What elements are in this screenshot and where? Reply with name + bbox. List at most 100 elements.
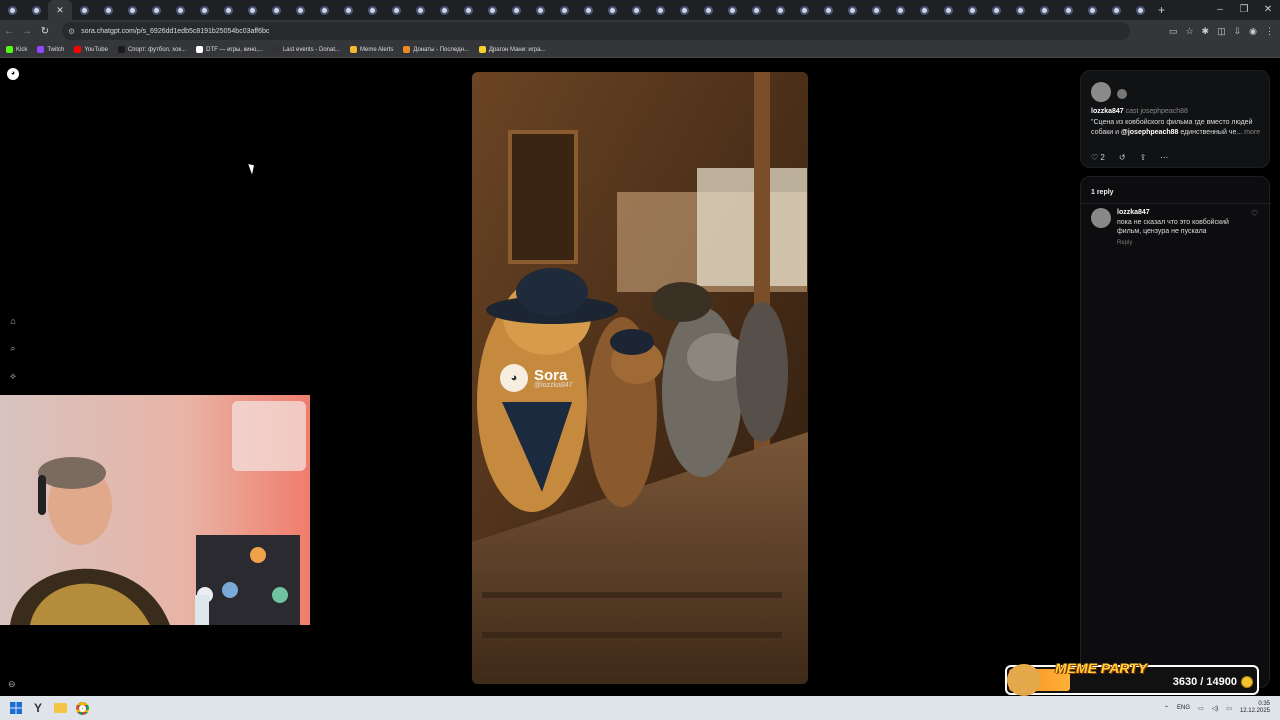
browser-tab[interactable] [120,0,144,20]
browser-tab[interactable] [1080,0,1104,20]
help-icon[interactable]: ⊖ [8,679,16,690]
browser-tab[interactable] [216,0,240,20]
browser-tab-active[interactable]: ✕ [48,0,72,20]
file-explorer-icon[interactable] [49,697,71,719]
browser-tab[interactable] [312,0,336,20]
close-icon[interactable]: ✕ [56,5,64,16]
address-bar[interactable]: ⚙ sora.chatgpt.com/p/s_6926dd1edb5c8191b… [62,22,1130,40]
home-icon[interactable]: ⌂ [7,315,19,327]
bookmark-item[interactable]: Спорт: футбол, хок... [117,46,186,53]
browser-tab[interactable] [192,0,216,20]
browser-tab[interactable] [960,0,984,20]
browser-tab[interactable] [672,0,696,20]
bookmark-item[interactable]: Драгон Мани: игра... [478,46,546,53]
browser-tab[interactable] [888,0,912,20]
search-icon[interactable]: ⌕ [7,342,19,354]
browser-tab[interactable] [360,0,384,20]
browser-tab[interactable] [1032,0,1056,20]
browser-tab[interactable] [600,0,624,20]
new-tab-icon[interactable]: + [1158,3,1165,17]
reply-author[interactable]: lozzka847 [1117,209,1150,216]
bookmark-item[interactable]: Meme Alerts [350,46,393,53]
cast-avatar[interactable] [1117,89,1127,99]
sidepanel-icon[interactable]: ◫ [1217,26,1226,37]
browser-tab[interactable] [264,0,288,20]
browser-tab[interactable] [432,0,456,20]
bookmark-item[interactable]: Донаты - Последн... [403,46,469,53]
browser-tab[interactable] [1008,0,1032,20]
author-name[interactable]: lozzka847 [1091,108,1124,115]
browser-tab[interactable] [528,0,552,20]
browser-tab[interactable] [912,0,936,20]
browser-tab[interactable] [336,0,360,20]
battery-icon[interactable]: ▭ [1226,705,1232,712]
browser-tab[interactable] [648,0,672,20]
forward-icon[interactable]: → [18,26,36,37]
share-icon[interactable]: ⇪ [1140,153,1147,162]
bookmark-item[interactable]: Last events - Donat... [272,46,340,53]
browser-tab[interactable] [816,0,840,20]
browser-tab[interactable] [768,0,792,20]
clock[interactable]: 0:35 12.12.2025 [1240,701,1270,715]
heart-icon[interactable]: ♡ [1251,209,1258,218]
maximize-icon[interactable]: ❐ [1232,0,1256,20]
start-icon[interactable] [5,697,27,719]
browser-tab[interactable] [168,0,192,20]
browser-tab[interactable] [1104,0,1128,20]
like-button[interactable]: ♡ 2 [1091,153,1105,162]
extensions-icon[interactable]: ✱ [1202,26,1210,37]
browser-tab[interactable] [696,0,720,20]
browser-tab[interactable] [792,0,816,20]
browser-tab[interactable] [96,0,120,20]
bookmark-star-icon[interactable]: ☆ [1185,26,1193,37]
volume-icon[interactable]: ◁) [1212,705,1219,712]
minimize-icon[interactable]: – [1208,0,1232,20]
browser-tab[interactable] [240,0,264,20]
browser-tab[interactable] [744,0,768,20]
more-link[interactable]: more [1244,129,1260,136]
site-info-icon[interactable]: ⚙ [68,27,75,36]
browser-tab[interactable] [480,0,504,20]
menu-icon[interactable]: ⋮ [1265,26,1274,37]
bookmark-item[interactable]: YouTube [74,46,108,53]
browser-tab[interactable] [72,0,96,20]
browser-tab[interactable] [456,0,480,20]
browser-tab[interactable] [840,0,864,20]
caption-mention[interactable]: @josephpeach88 [1121,129,1178,136]
back-icon[interactable]: ← [0,26,18,37]
browser-tab[interactable] [576,0,600,20]
avatar[interactable] [1091,208,1111,228]
author-avatar[interactable] [1091,82,1111,102]
browser-tab[interactable] [984,0,1008,20]
cast-user[interactable]: josephpeach88 [1140,108,1188,115]
browser-tab[interactable] [504,0,528,20]
reload-icon[interactable]: ↻ [36,26,54,37]
more-options-icon[interactable]: ⋯ [1160,153,1168,162]
browser-tab[interactable] [24,0,48,20]
browser-tab[interactable] [552,0,576,20]
downloads-icon[interactable]: ⇩ [1234,26,1242,37]
tray-chevron-icon[interactable]: ⌃ [1164,705,1169,712]
language-indicator[interactable]: ENG [1177,705,1190,711]
remix-icon[interactable]: ↺ [1119,153,1126,162]
bookmark-item[interactable]: Kick [6,46,27,53]
reply-button[interactable]: Reply [1117,240,1132,246]
browser-tab[interactable] [288,0,312,20]
close-window-icon[interactable]: ✕ [1256,0,1280,20]
browser-tab[interactable] [408,0,432,20]
browser-tab[interactable] [864,0,888,20]
install-icon[interactable]: ▭ [1169,26,1178,37]
bookmark-item[interactable]: DTF — игры, кино,... [196,46,263,53]
browser-tab[interactable] [1128,0,1152,20]
browser-tab[interactable] [1056,0,1080,20]
sora-logo-icon[interactable]: ◕ [7,68,19,80]
browser-tab[interactable] [144,0,168,20]
browser-tab[interactable] [0,0,24,20]
browser-tab[interactable] [624,0,648,20]
bookmark-item[interactable]: Twitch [37,46,64,53]
yandex-browser-icon[interactable]: Y [27,697,49,719]
activity-icon[interactable]: ⟡ [7,370,19,382]
chrome-icon[interactable] [71,697,93,719]
browser-tab[interactable] [936,0,960,20]
network-icon[interactable]: ▭ [1198,705,1204,712]
